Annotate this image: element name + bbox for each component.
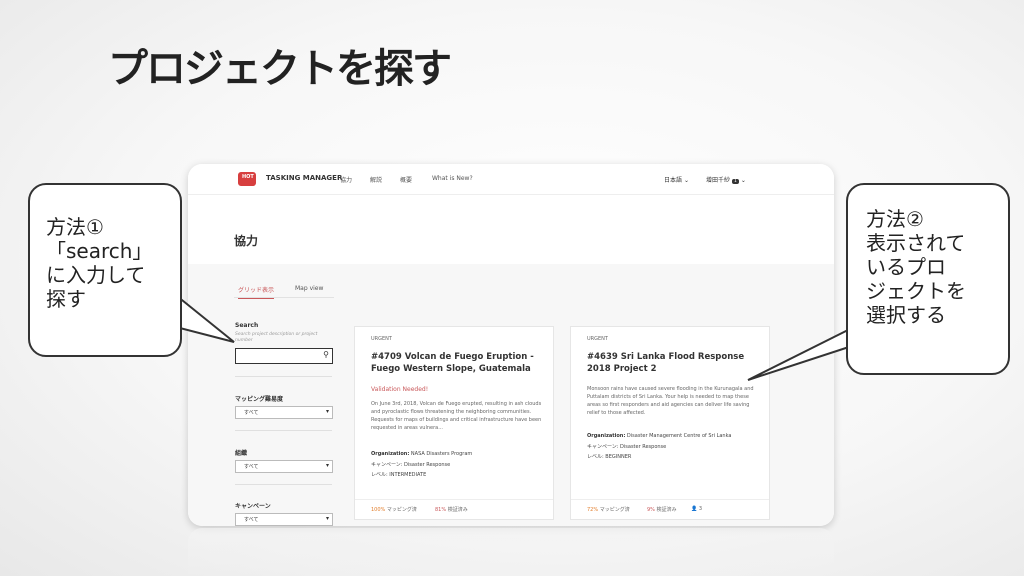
right-callout-text: 方法② 表示されて いるプロ ジェクトを 選択する xyxy=(866,207,966,327)
right-callout: 方法② 表示されて いるプロ ジェクトを 選択する xyxy=(846,183,1010,375)
right-callout-tail xyxy=(747,326,853,381)
left-callout-text: 方法① 「search」 に入力して 探す xyxy=(46,215,153,311)
left-callout: 方法① 「search」 に入力して 探す xyxy=(28,183,182,357)
